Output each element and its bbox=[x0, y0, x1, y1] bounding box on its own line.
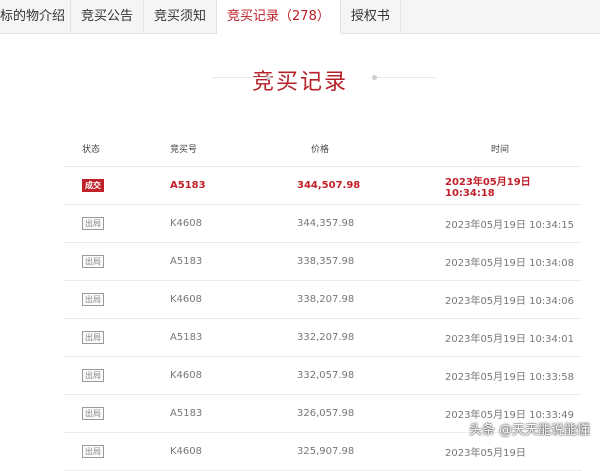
title-dot-left bbox=[266, 75, 271, 80]
bid-time: 2023年05月19日 10:34:18 bbox=[428, 166, 582, 205]
tab-authorization[interactable]: 授权书 bbox=[340, 0, 401, 33]
tab-bar: 标的物介绍 竞买公告 竞买须知 竞买记录（278） 授权书 bbox=[0, 0, 600, 34]
bid-time: 2023年05月19日 10:34:01 bbox=[428, 318, 582, 357]
bid-number: A5183 bbox=[169, 394, 273, 433]
title-divider-right bbox=[377, 77, 435, 78]
section-title: 竞买记录 bbox=[0, 64, 600, 96]
bid-price: 332,057.98 bbox=[273, 356, 428, 395]
status-badge: 出局 bbox=[82, 407, 104, 420]
bid-number: A5183 bbox=[169, 166, 273, 205]
tab-item-intro[interactable]: 标的物介绍 bbox=[0, 0, 71, 33]
table-row: 出局 A5183 332,207.98 2023年05月19日 10:34:01 bbox=[64, 318, 582, 357]
status-badge: 成交 bbox=[82, 179, 104, 192]
status-badge: 出局 bbox=[82, 369, 104, 382]
bid-number: A5183 bbox=[169, 318, 273, 357]
table-row: 出局 A5183 338,357.98 2023年05月19日 10:34:08 bbox=[64, 242, 582, 281]
table-header-row: 状态 竞买号 价格 时间 bbox=[64, 130, 582, 167]
bid-time: 2023年05月19日 10:33:58 bbox=[428, 356, 582, 395]
tab-announcement[interactable]: 竞买公告 bbox=[71, 0, 145, 33]
status-badge: 出局 bbox=[82, 217, 104, 230]
header-price: 价格 bbox=[273, 130, 428, 167]
bid-price: 338,357.98 bbox=[273, 242, 428, 281]
bid-price: 344,357.98 bbox=[273, 204, 428, 243]
watermark-text: 头条 @天天能说能懂 bbox=[468, 423, 590, 438]
header-status: 状态 bbox=[64, 130, 169, 167]
bid-number: K4608 bbox=[169, 280, 273, 319]
status-badge: 出局 bbox=[82, 331, 104, 344]
table-row: 成交 A5183 344,507.98 2023年05月19日 10:34:18 bbox=[64, 166, 582, 205]
bid-price: 326,057.98 bbox=[273, 394, 428, 433]
table-row: 出局 K4608 332,057.98 2023年05月19日 10:33:58 bbox=[64, 356, 582, 395]
bid-price: 332,207.98 bbox=[273, 318, 428, 357]
section-title-text: 竞买记录 bbox=[251, 70, 348, 95]
header-time: 时间 bbox=[428, 130, 582, 167]
bid-price: 344,507.98 bbox=[273, 166, 428, 205]
bid-time: 2023年05月19日 10:34:06 bbox=[428, 280, 582, 319]
bid-number: K4608 bbox=[169, 356, 273, 395]
bid-time: 2023年05月19日 10:34:15 bbox=[428, 204, 582, 243]
header-bid-number: 竞买号 bbox=[169, 130, 273, 167]
status-badge: 出局 bbox=[82, 255, 104, 268]
bid-price: 338,207.98 bbox=[273, 280, 428, 319]
tab-notice[interactable]: 竞买须知 bbox=[144, 0, 218, 33]
table-row: 出局 K4608 344,357.98 2023年05月19日 10:34:15 bbox=[64, 204, 582, 243]
table-row: 出局 K4608 338,207.98 2023年05月19日 10:34:06 bbox=[64, 280, 582, 319]
bid-number: K4608 bbox=[169, 204, 273, 243]
bid-number: A5183 bbox=[169, 242, 273, 281]
bid-time: 2023年05月19日 10:34:08 bbox=[428, 242, 582, 281]
tab-bid-records[interactable]: 竞买记录（278） bbox=[217, 0, 341, 34]
title-divider-left bbox=[212, 77, 266, 78]
status-badge: 出局 bbox=[82, 293, 104, 306]
